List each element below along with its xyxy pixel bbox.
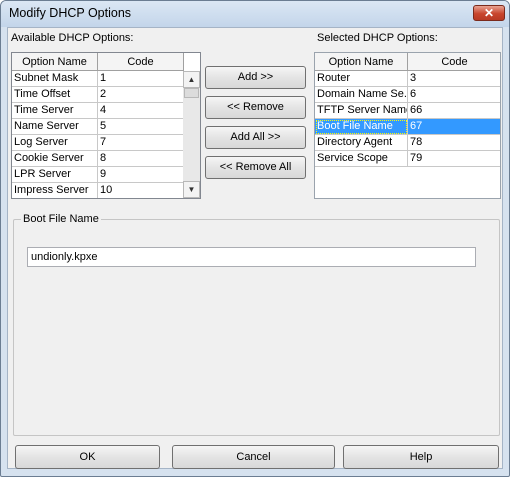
scroll-down-arrow-icon[interactable]: ▼ [183, 181, 200, 198]
selected-option-name-cell: Domain Name Se... [315, 87, 408, 103]
available-header-option-name[interactable]: Option Name [12, 53, 98, 71]
selected-option-name-cell: Router [315, 71, 408, 87]
available-option-name-cell: LPR Server [12, 167, 98, 183]
available-option-name-cell: Time Offset [12, 87, 98, 103]
selected-row[interactable]: Domain Name Se... 6 [315, 87, 500, 103]
available-option-name-cell: Name Server [12, 119, 98, 135]
close-button[interactable]: ✕ [473, 5, 505, 21]
boot-file-name-group: Boot File Name undionly.kpxe [13, 213, 500, 436]
available-option-name-cell: Subnet Mask [12, 71, 98, 87]
available-option-name-cell: Impress Server [12, 183, 98, 198]
selected-code-cell: 79 [408, 151, 500, 167]
selected-option-name-cell: TFTP Server Name [315, 103, 408, 119]
selected-code-cell: 3 [408, 71, 500, 87]
selected-code-cell: 78 [408, 135, 500, 151]
close-icon: ✕ [483, 6, 495, 20]
selected-option-name-cell: Service Scope [315, 151, 408, 167]
available-row[interactable]: Time Offset 2 [12, 87, 184, 103]
available-option-name-cell: Cookie Server [12, 151, 98, 167]
selected-code-cell: 67 [408, 119, 500, 135]
add-all-button[interactable]: Add All >> [205, 126, 306, 149]
selected-row[interactable]: Router 3 [315, 71, 500, 87]
available-row[interactable]: Log Server 7 [12, 135, 184, 151]
selected-code-cell: 66 [408, 103, 500, 119]
remove-button[interactable]: << Remove [205, 96, 306, 119]
selected-options-grid[interactable]: Option Name Code Router 3 Domain Name Se..… [314, 52, 501, 199]
selected-option-name-cell: Boot File Name [315, 119, 408, 135]
available-row[interactable]: Time Server 4 [12, 103, 184, 119]
available-row[interactable]: LPR Server 9 [12, 167, 184, 183]
cancel-button[interactable]: Cancel [172, 445, 335, 469]
scroll-up-arrow-icon[interactable]: ▲ [183, 71, 200, 88]
selected-row[interactable]: Service Scope 79 [315, 151, 500, 167]
available-row[interactable]: Name Server 5 [12, 119, 184, 135]
available-code-cell: 9 [98, 167, 184, 183]
help-button[interactable]: Help [343, 445, 499, 469]
dialog-body: Available DHCP Options: Option Name Code… [7, 27, 503, 469]
selected-row[interactable]: TFTP Server Name 66 [315, 103, 500, 119]
available-options-label: Available DHCP Options: [11, 32, 134, 44]
available-code-cell: 4 [98, 103, 184, 119]
add-button[interactable]: Add >> [205, 66, 306, 89]
available-row[interactable]: Impress Server 10 [12, 183, 184, 198]
available-options-grid[interactable]: Option Name Code Subnet Mask 1 Time Offset… [11, 52, 201, 199]
available-option-name-cell: Time Server [12, 103, 98, 119]
boot-file-name-group-label: Boot File Name [21, 213, 101, 225]
available-code-cell: 7 [98, 135, 184, 151]
available-code-cell: 1 [98, 71, 184, 87]
window-title: Modify DHCP Options [9, 6, 132, 20]
remove-all-button[interactable]: << Remove All [205, 156, 306, 179]
dialog-window: Modify DHCP Options ✕ Available DHCP Opt… [0, 0, 510, 477]
title-bar[interactable]: Modify DHCP Options ✕ [1, 1, 509, 27]
selected-row[interactable]: Boot File Name 67 [315, 119, 500, 135]
selected-option-name-cell: Directory Agent [315, 135, 408, 151]
selected-code-cell: 6 [408, 87, 500, 103]
selected-options-label: Selected DHCP Options: [317, 32, 438, 44]
available-header-code[interactable]: Code [98, 53, 184, 71]
available-scrollbar[interactable]: ▲ ▼ [183, 71, 200, 198]
available-option-name-cell: Log Server [12, 135, 98, 151]
scrollbar-thumb[interactable] [184, 88, 199, 98]
available-code-cell: 2 [98, 87, 184, 103]
available-code-cell: 10 [98, 183, 184, 198]
ok-button[interactable]: OK [15, 445, 160, 469]
boot-file-name-input[interactable]: undionly.kpxe [27, 247, 476, 267]
selected-row[interactable]: Directory Agent 78 [315, 135, 500, 151]
available-row[interactable]: Subnet Mask 1 [12, 71, 184, 87]
selected-header-code[interactable]: Code [408, 53, 500, 71]
available-row[interactable]: Cookie Server 8 [12, 151, 184, 167]
available-code-cell: 5 [98, 119, 184, 135]
available-code-cell: 8 [98, 151, 184, 167]
selected-header-option-name[interactable]: Option Name [315, 53, 408, 71]
